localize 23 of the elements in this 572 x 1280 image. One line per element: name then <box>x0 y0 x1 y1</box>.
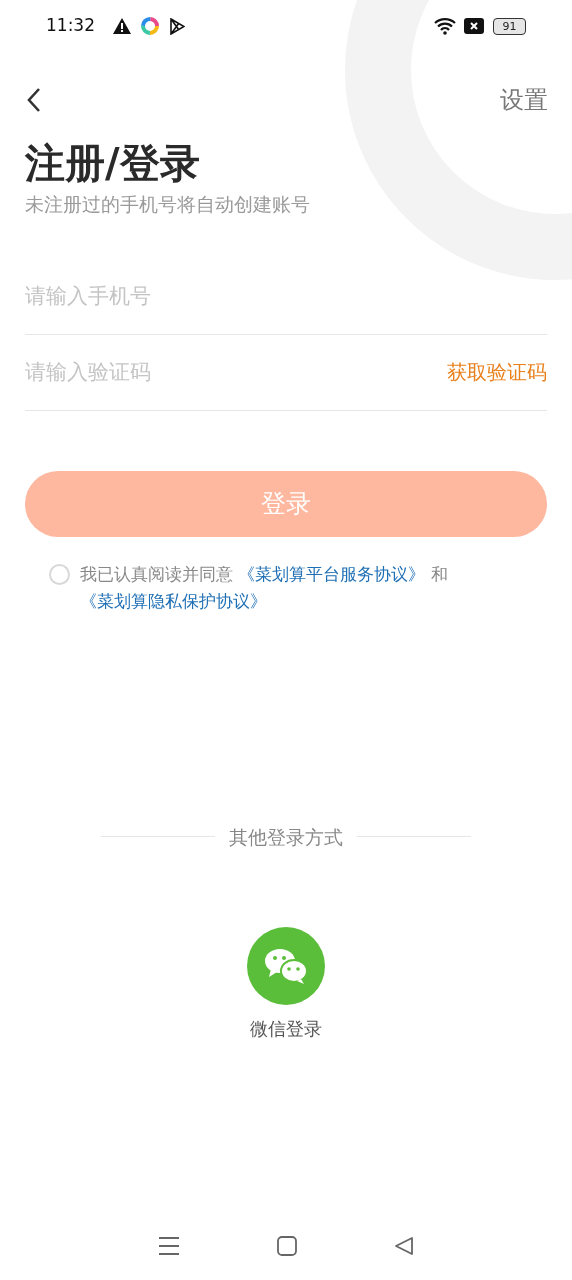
other-login-label: 其他登录方式 <box>229 824 343 850</box>
app-icon <box>141 17 159 35</box>
menu-icon[interactable] <box>158 1236 181 1256</box>
close-icon <box>464 18 484 34</box>
get-code-button[interactable]: 获取验证码 <box>447 357 547 387</box>
chat-bubbles-icon <box>263 947 309 985</box>
privacy-agreement-link[interactable]: 《菜划算隐私保护协议》 <box>80 590 267 611</box>
back-triangle-icon[interactable] <box>393 1236 414 1256</box>
phone-input-field[interactable]: 请输入手机号 <box>25 258 547 335</box>
battery-icon: 91 <box>493 17 526 35</box>
agreement-checkbox[interactable] <box>49 563 70 585</box>
wechat-login-label: 微信登录 <box>250 1017 322 1041</box>
page-subtitle: 未注册过的手机号将自动创建账号 <box>25 192 311 217</box>
page-title: 注册/登录 <box>25 139 201 188</box>
agreement-text: 我已认真阅读并同意 《菜划算平台服务协议》 和 《菜划算隐私保护协议》 <box>80 562 449 613</box>
settings-link[interactable]: 设置 <box>500 82 548 118</box>
play-store-icon <box>169 17 185 35</box>
warning-icon <box>113 18 131 34</box>
wifi-icon <box>434 17 458 35</box>
status-time: 11:32 <box>46 14 95 38</box>
service-agreement-link[interactable]: 《菜划算平台服务协议》 <box>238 563 426 584</box>
code-input-field[interactable]: 请输入验证码 <box>25 334 447 410</box>
home-icon[interactable] <box>277 1236 297 1256</box>
